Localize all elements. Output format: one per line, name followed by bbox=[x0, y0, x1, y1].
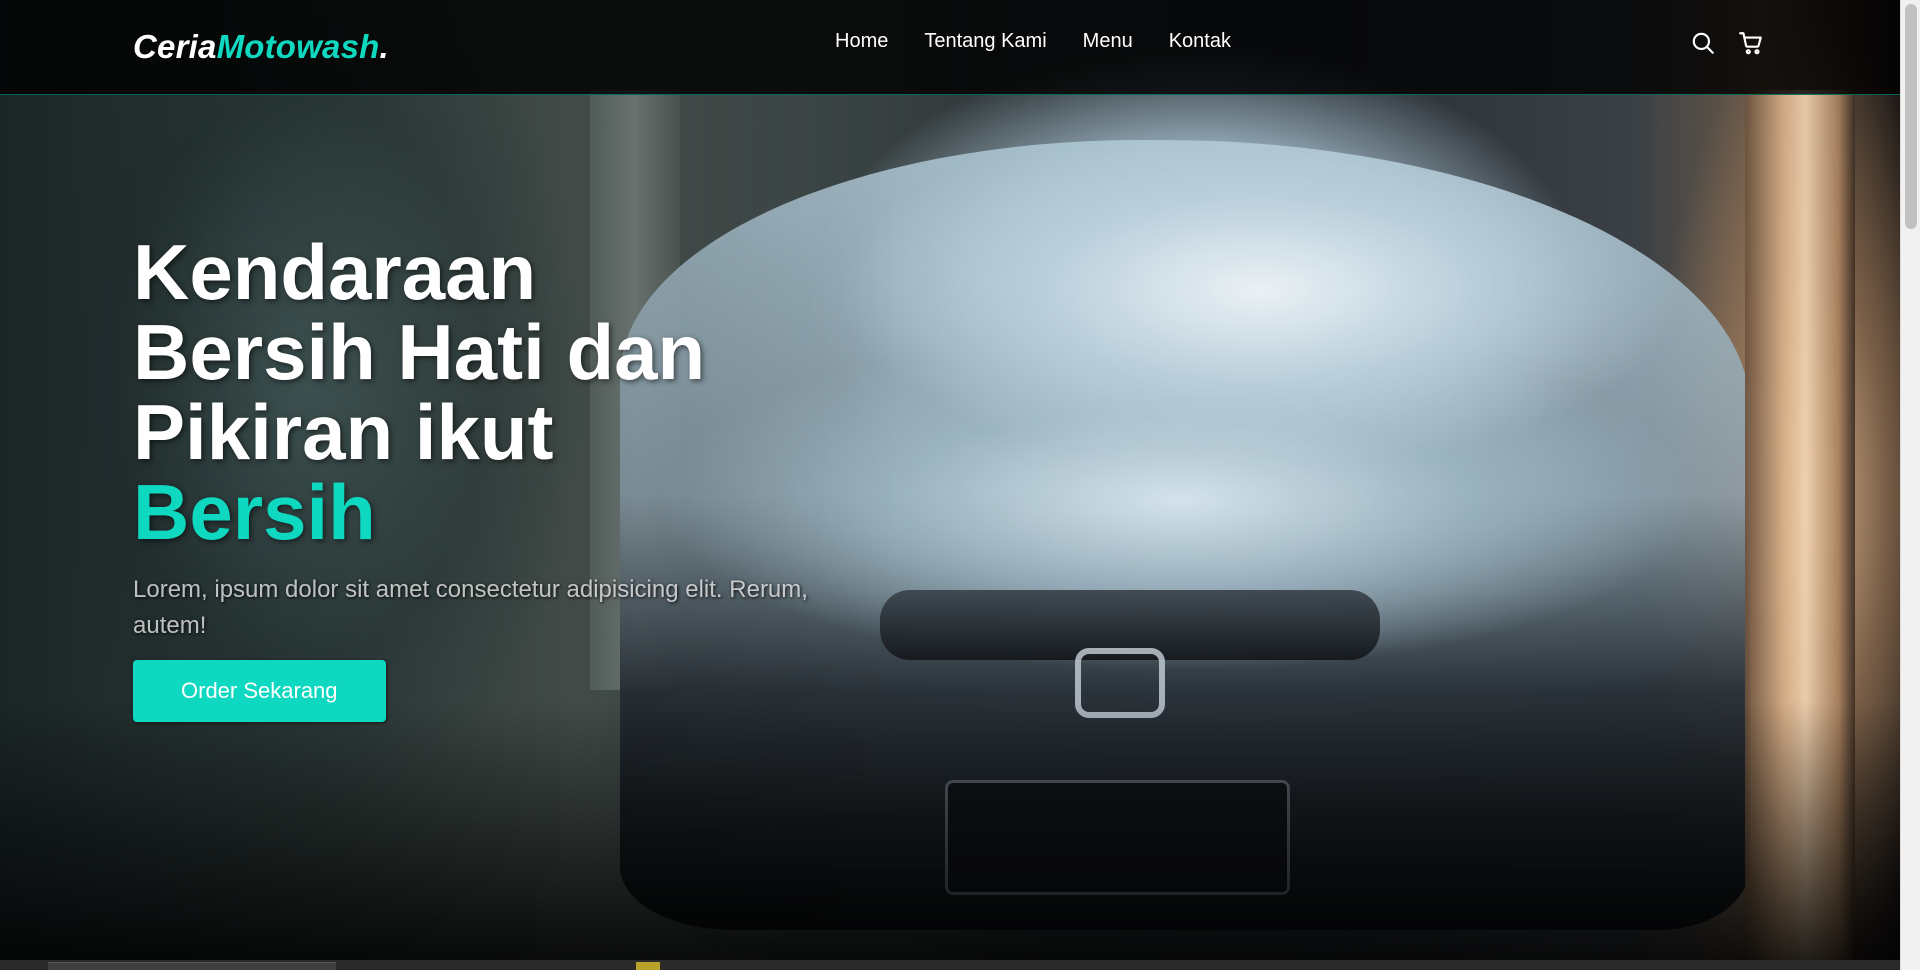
shopping-cart-icon[interactable] bbox=[1738, 30, 1764, 56]
navbar: CeriaMotowash. Home Tentang Kami Menu Ko… bbox=[0, 0, 1900, 95]
order-now-button[interactable]: Order Sekarang bbox=[133, 660, 386, 722]
headline-line-3: Pikiran ikut bbox=[133, 388, 554, 476]
headline-line-2: Bersih Hati dan bbox=[133, 308, 706, 396]
hero-description: Lorem, ipsum dolor sit amet consectetur … bbox=[133, 576, 808, 639]
nav-link-menu[interactable]: Menu bbox=[1083, 30, 1133, 53]
nav-link-home[interactable]: Home bbox=[835, 30, 888, 53]
scrollbar-thumb[interactable] bbox=[1905, 4, 1917, 229]
hero-bottom-fade bbox=[0, 700, 1900, 960]
bottom-taskbar-strip bbox=[0, 960, 1900, 970]
hero-headline: Kendaraan Bersih Hati dan Pikiran ikut B… bbox=[133, 232, 853, 552]
taskbar-tab[interactable] bbox=[48, 962, 336, 970]
nav-icons bbox=[1690, 30, 1764, 56]
brand-name-part2: Motowash bbox=[216, 28, 380, 65]
taskbar-indicator bbox=[636, 962, 660, 970]
hero-section: Kendaraan Bersih Hati dan Pikiran ikut B… bbox=[0, 0, 1900, 960]
page-scrollbar[interactable] bbox=[1900, 0, 1920, 970]
page: Kendaraan Bersih Hati dan Pikiran ikut B… bbox=[0, 0, 1920, 970]
headline-line-1: Kendaraan bbox=[133, 228, 537, 316]
brand-name-part1: Ceria bbox=[133, 28, 217, 65]
nav-link-contact[interactable]: Kontak bbox=[1169, 30, 1231, 53]
hero-content: Kendaraan Bersih Hati dan Pikiran ikut B… bbox=[133, 232, 853, 722]
search-icon[interactable] bbox=[1690, 30, 1716, 56]
headline-accent: Bersih bbox=[133, 468, 376, 556]
brand-logo[interactable]: CeriaMotowash. bbox=[133, 28, 389, 66]
nav-link-about[interactable]: Tentang Kami bbox=[924, 30, 1046, 53]
brand-name-suffix: . bbox=[379, 28, 389, 65]
nav-links: Home Tentang Kami Menu Kontak bbox=[835, 30, 1231, 53]
